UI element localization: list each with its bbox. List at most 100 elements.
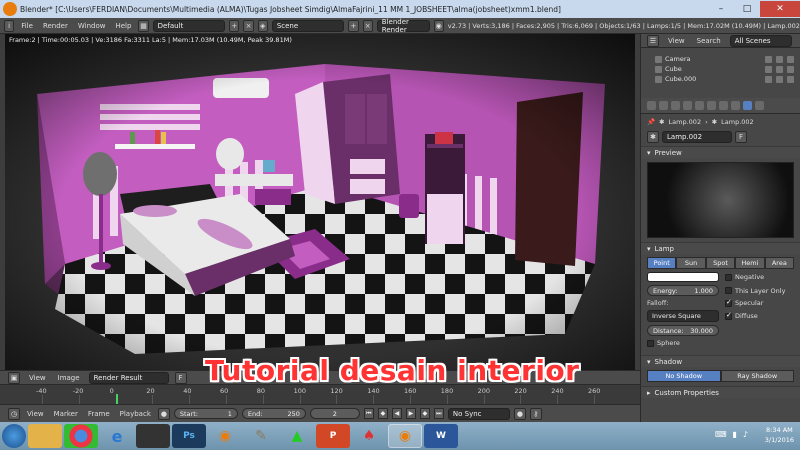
eye-icon[interactable]: [765, 65, 772, 73]
falloff-dropdown[interactable]: Inverse Square: [647, 310, 719, 322]
scene-icon[interactable]: ◈: [257, 19, 268, 32]
menu-help[interactable]: Help: [112, 22, 134, 30]
current-frame-field[interactable]: 2: [309, 408, 360, 419]
add-layout-icon[interactable]: +: [229, 19, 240, 32]
blender-taskbar-icon[interactable]: ◉: [208, 424, 242, 448]
next-keyframe-icon[interactable]: ◆: [419, 408, 430, 419]
specular-checkbox[interactable]: [725, 298, 732, 307]
layout-icon[interactable]: ▦: [138, 19, 149, 32]
menu-view-timeline[interactable]: View: [24, 410, 47, 418]
pin-icon[interactable]: 📌: [647, 118, 655, 126]
lamp-datablock-icon[interactable]: ✱: [647, 131, 659, 143]
eye-icon[interactable]: [765, 55, 772, 63]
this-layer-only-checkbox[interactable]: [725, 287, 732, 294]
lamp-type-sun[interactable]: Sun: [676, 257, 706, 269]
distance-field[interactable]: Distance: 30.000: [647, 325, 719, 336]
word-taskbar-icon[interactable]: W: [424, 424, 458, 448]
lamp-data-tab-icon[interactable]: [743, 101, 752, 110]
powerpoint-taskbar-icon[interactable]: P: [316, 424, 350, 448]
render-viewport[interactable]: Frame:2 | Time:00:05.03 | Ve:3186 Fa:331…: [5, 34, 635, 370]
lamp-type-point[interactable]: Point: [647, 257, 677, 269]
explorer-taskbar-icon[interactable]: [28, 424, 62, 448]
play-reverse-icon[interactable]: ◀: [391, 408, 402, 419]
gimp-taskbar-icon[interactable]: ✎: [244, 424, 278, 448]
texture-tab-icon[interactable]: [755, 101, 764, 110]
sphere-checkbox[interactable]: [647, 339, 654, 347]
lamp-type-spot[interactable]: Spot: [705, 257, 736, 269]
shadow-section-header[interactable]: ▾ Shadow: [641, 355, 800, 367]
lamp-type-area[interactable]: Area: [764, 257, 795, 269]
datablock-fake-user-button[interactable]: F: [735, 131, 747, 143]
menu-window[interactable]: Window: [75, 22, 109, 30]
minimize-button[interactable]: –: [708, 1, 734, 17]
render-tab-icon[interactable]: [647, 101, 656, 110]
add-scene-icon[interactable]: +: [348, 19, 359, 32]
record-icon[interactable]: ●: [157, 407, 170, 420]
lamp-section-header[interactable]: ▾ Lamp: [641, 242, 800, 254]
start-button-icon[interactable]: [2, 424, 26, 448]
menu-playback[interactable]: Playback: [117, 410, 154, 418]
info-editor-icon[interactable]: i: [4, 19, 15, 32]
menu-render[interactable]: Render: [40, 22, 71, 30]
play-icon[interactable]: ▶: [405, 408, 416, 419]
lamp-type-hemi[interactable]: Hemi: [735, 257, 765, 269]
render-visibility-icon[interactable]: [787, 65, 794, 73]
keyboard-icon[interactable]: ⌨: [715, 430, 727, 439]
modifiers-tab-icon[interactable]: [719, 101, 728, 110]
outliner-editor-icon[interactable]: ☰: [647, 34, 659, 47]
preview-section-header[interactable]: ▾ Preview: [641, 146, 800, 158]
remove-scene-icon[interactable]: ×: [362, 19, 373, 32]
render-visibility-icon[interactable]: [787, 75, 794, 83]
data-tab-icon[interactable]: [731, 101, 740, 110]
ie-taskbar-icon[interactable]: e: [100, 424, 134, 448]
eye-icon[interactable]: [765, 75, 772, 83]
volume-icon[interactable]: ♪: [743, 430, 748, 439]
negative-checkbox[interactable]: [725, 273, 732, 281]
world-tab-icon[interactable]: [683, 101, 692, 110]
constraints-tab-icon[interactable]: [707, 101, 716, 110]
keying-set-icon[interactable]: ⚷: [529, 407, 542, 420]
menu-file[interactable]: File: [18, 22, 36, 30]
render-visibility-icon[interactable]: [787, 55, 794, 63]
menu-search[interactable]: Search: [694, 37, 724, 45]
outliner-row-cube[interactable]: Cube: [641, 64, 800, 74]
cursor-icon[interactable]: [776, 75, 783, 83]
image-editor-icon[interactable]: ▣: [8, 371, 20, 384]
photoshop-taskbar-icon[interactable]: Ps: [172, 424, 206, 448]
sync-dropdown[interactable]: No Sync: [447, 407, 510, 420]
outliner-display-dropdown[interactable]: All Scenes: [729, 34, 792, 47]
end-frame-field[interactable]: End: 250: [241, 408, 306, 419]
menu-frame[interactable]: Frame: [85, 410, 113, 418]
timeline-ruler[interactable]: -40 -20 0 20 40 60 80 100 120 140 160 180 200 220 240 2…: [0, 384, 640, 405]
menu-image[interactable]: Image: [55, 374, 83, 382]
image-selector[interactable]: Render Result: [88, 371, 169, 384]
chrome-taskbar-icon[interactable]: [64, 424, 98, 448]
ray-shadow-button[interactable]: Ray Shadow: [720, 370, 794, 382]
taskbar-clock[interactable]: 8:34 AM 3/1/2016: [765, 425, 794, 445]
scene-dropdown[interactable]: Scene: [271, 19, 345, 32]
menu-view-outliner[interactable]: View: [665, 37, 688, 45]
menu-view-image[interactable]: View: [26, 374, 49, 382]
menu-marker[interactable]: Marker: [51, 410, 81, 418]
jump-end-icon[interactable]: ⏭: [433, 408, 444, 419]
render-engine-dropdown[interactable]: Blender Render: [376, 18, 430, 34]
start-frame-field[interactable]: Start: 1: [173, 408, 238, 419]
blender-launcher-taskbar-icon[interactable]: [136, 424, 170, 448]
acrobat-taskbar-icon[interactable]: ♠: [352, 424, 386, 448]
timeline-editor-icon[interactable]: ◷: [8, 407, 20, 420]
jump-start-icon[interactable]: ⏮: [363, 408, 374, 419]
cursor-icon[interactable]: [776, 55, 783, 63]
cursor-icon[interactable]: [776, 65, 783, 73]
layout-dropdown[interactable]: Default: [152, 19, 226, 32]
blender-active-taskbar-icon[interactable]: ◉: [388, 424, 422, 448]
energy-field[interactable]: Energy: 1.000: [647, 285, 719, 296]
object-tab-icon[interactable]: [695, 101, 704, 110]
render-layers-tab-icon[interactable]: [659, 101, 668, 110]
prev-keyframe-icon[interactable]: ◆: [377, 408, 388, 419]
diffuse-checkbox[interactable]: [725, 311, 732, 320]
no-shadow-button[interactable]: No Shadow: [647, 370, 721, 382]
remove-layout-icon[interactable]: ×: [243, 19, 254, 32]
outliner-row-cube-000[interactable]: Cube.000: [641, 74, 800, 84]
custom-properties-header[interactable]: ▸ Custom Properties: [641, 386, 800, 398]
image-fake-user-button[interactable]: F: [174, 371, 187, 384]
